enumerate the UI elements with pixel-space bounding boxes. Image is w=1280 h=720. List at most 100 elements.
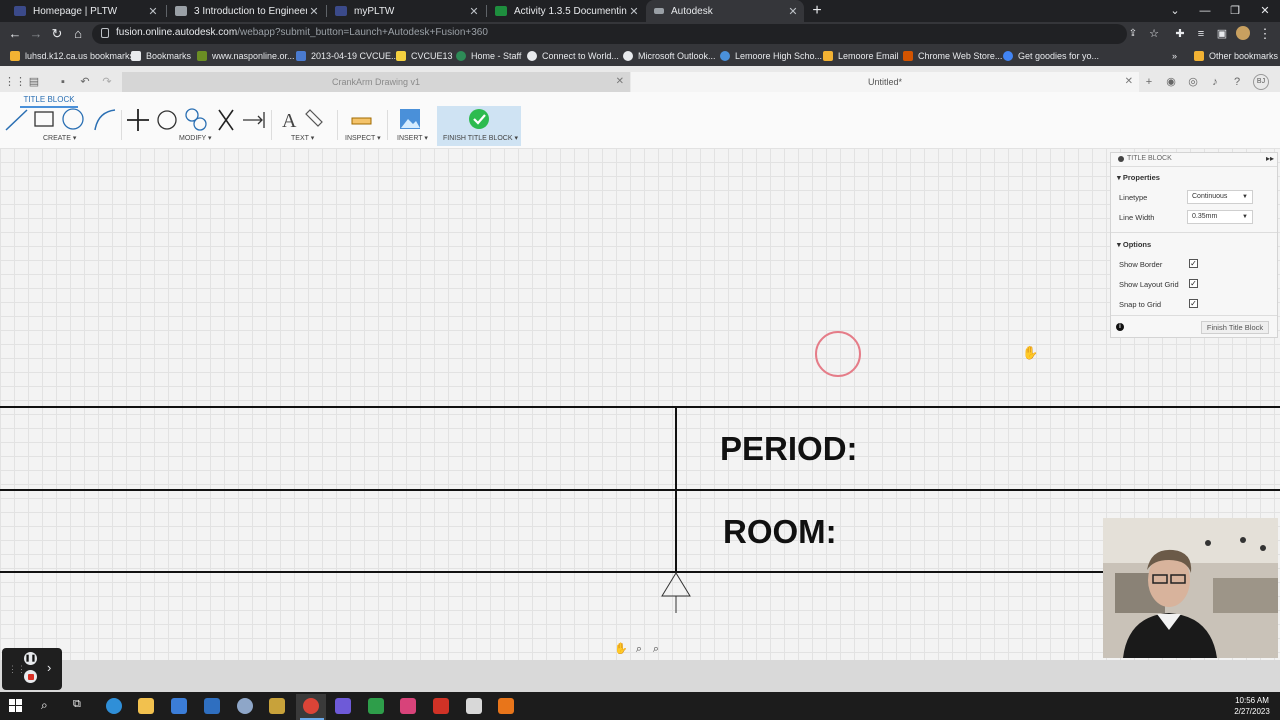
finish-title-block-button[interactable]: Finish Title Block [1201,321,1269,334]
reading-list-icon[interactable]: ≡ [1192,25,1210,43]
line-width-select[interactable]: 0.35mm ▼ [1187,210,1253,224]
show-layout-grid-checkbox[interactable]: ✓ [1189,279,1198,288]
text-menu[interactable]: TEXT ▾ [291,134,314,142]
info-icon[interactable]: i [1116,323,1124,331]
bookmark-item[interactable]: Home - Staff [456,48,521,64]
drawing-canvas[interactable] [0,148,1280,660]
edge-icon[interactable] [106,698,122,714]
browser-tab-activity[interactable]: Activity 1.3.5 Documenting a De ✕ [487,0,645,22]
bookmark-item[interactable]: Microsoft Outlook... [623,48,716,64]
job-status-icon[interactable]: ◎ [1185,73,1201,91]
bookmark-item[interactable]: Chrome Web Store... [903,48,1002,64]
pan-hand-icon[interactable]: ✋ [614,642,628,656]
close-tab-icon[interactable]: ✕ [146,5,160,18]
document-tab-untitled[interactable]: Untitled* ✕ [631,72,1139,92]
show-border-checkbox[interactable]: ✓ [1189,259,1198,268]
panel-expand-icon[interactable]: ▸▸ [1266,154,1274,163]
star-icon[interactable]: ☆ [1145,25,1163,43]
new-document-icon[interactable]: + [1141,73,1157,91]
media-icon[interactable] [269,698,285,714]
bookmark-item[interactable]: Bookmarks [131,48,191,64]
reload-icon[interactable]: ↻ [48,25,66,43]
other-bookmarks[interactable]: Other bookmarks [1194,48,1278,64]
close-tab-icon[interactable]: ✕ [786,5,800,18]
pause-icon[interactable]: ❚❚ [24,652,37,665]
app-icon[interactable] [237,698,253,714]
save-icon[interactable]: ▪ [55,73,71,91]
mail-icon[interactable] [204,698,220,714]
close-document-icon[interactable]: ✕ [616,76,624,87]
snap-to-grid-checkbox[interactable]: ✓ [1189,299,1198,308]
close-document-icon[interactable]: ✕ [1125,76,1133,87]
store-icon[interactable] [171,698,187,714]
grid-menu-icon[interactable]: ⋮⋮ [4,73,26,91]
home-icon[interactable]: ⌂ [69,25,87,43]
forward-arrow-icon[interactable]: → [27,25,45,43]
options-section-toggle[interactable]: ▾ Options [1117,240,1151,249]
bookmark-item[interactable]: Connect to World... [527,48,619,64]
inspect-menu[interactable]: INSPECT ▾ [345,134,381,142]
document-tab-crankarm[interactable]: CrankArm Drawing v1 ✕ [122,72,630,92]
create-menu[interactable]: CREATE ▾ [43,134,76,142]
app-icon[interactable] [335,698,351,714]
panel-collapse-dot-icon[interactable] [1118,156,1124,162]
bookmark-item[interactable]: www.nasponline.or... [197,48,295,64]
file-explorer-icon[interactable] [138,698,154,714]
browser-tab-mypltw[interactable]: myPLTW ✕ [327,0,485,22]
drag-handle-icon[interactable]: ⋮⋮ [8,664,26,675]
linetype-select[interactable]: Continuous ▼ [1187,190,1253,204]
windows-start-icon[interactable] [9,699,23,713]
text-tool-icon[interactable]: A [282,110,296,133]
search-icon[interactable]: ⌕ [41,698,48,713]
chevron-right-icon[interactable]: › [47,660,51,675]
task-view-icon[interactable]: ⧉ [73,698,81,711]
browser-menu-icon[interactable]: ⋮ [1256,25,1274,43]
new-tab-button[interactable]: + [808,2,826,20]
restore-icon[interactable]: ❐ [1220,0,1250,22]
zoom-window-icon[interactable]: ⌕ [649,642,663,656]
notifications-bell-icon[interactable]: ♪ [1207,73,1223,91]
acrobat-icon[interactable] [433,698,449,714]
close-tab-icon[interactable]: ✕ [627,5,641,18]
extensions-icon[interactable]: ✚ [1171,25,1189,43]
profile-avatar[interactable] [1236,26,1250,40]
minimize-icon[interactable]: — [1190,0,1220,22]
zoom-icon[interactable]: ⌕ [632,642,646,656]
browser-tab-intro-engineering[interactable]: 3 Introduction to Engineering De ✕ [167,0,325,22]
stop-record-icon[interactable] [24,670,37,683]
app-icon[interactable] [368,698,384,714]
modify-menu[interactable]: MODIFY ▾ [179,134,212,142]
undo-icon[interactable]: ↶ [77,73,93,91]
chrome-icon[interactable] [303,698,319,714]
taskbar-clock[interactable]: 10:56 AM 2/27/2023 [1228,695,1276,717]
browser-tab-autodesk[interactable]: Autodesk ✕ [646,0,804,22]
bookmark-item[interactable]: Lemoore High Scho... [720,48,822,64]
bookmark-item[interactable]: luhsd.k12.ca.us bookmarks [10,48,134,64]
url-text[interactable]: fusion.online.autodesk.com/webapp?submit… [116,27,488,38]
redo-icon[interactable]: ↷ [99,73,115,91]
file-icon[interactable]: ▤ [26,73,42,91]
finish-title-block-menu[interactable]: FINISH TITLE BLOCK ▾ [443,134,518,142]
extensions-icon[interactable]: ◉ [1163,73,1179,91]
help-icon[interactable]: ? [1229,73,1245,91]
lock-icon[interactable] [101,28,109,38]
bookmark-item[interactable]: CVCUE13 [396,48,453,64]
document-icon[interactable] [466,698,482,714]
bookmark-item[interactable]: Lemoore Email [823,48,899,64]
app-icon[interactable] [400,698,416,714]
bookmark-item[interactable]: Get goodies for yo... [1003,48,1099,64]
share-icon[interactable]: ⇪ [1124,25,1142,43]
browser-tab-homepage[interactable]: Homepage | PLTW ✕ [6,0,164,22]
close-window-icon[interactable]: ✕ [1250,0,1280,22]
bookmark-item[interactable]: 2013-04-19 CVCUE... [296,48,399,64]
properties-section-toggle[interactable]: ▾ Properties [1117,173,1160,182]
fusion-app-icon[interactable] [498,698,514,714]
close-tab-icon[interactable]: ✕ [467,5,481,18]
tab-search-icon[interactable]: ⌄ [1160,0,1190,22]
user-avatar[interactable]: BJ [1253,74,1269,90]
close-tab-icon[interactable]: ✕ [307,5,321,18]
insert-menu[interactable]: INSERT ▾ [397,134,428,142]
back-arrow-icon[interactable]: ← [6,25,24,43]
side-panel-icon[interactable]: ▣ [1213,25,1231,43]
more-bookmarks-button[interactable]: » [1172,48,1177,64]
